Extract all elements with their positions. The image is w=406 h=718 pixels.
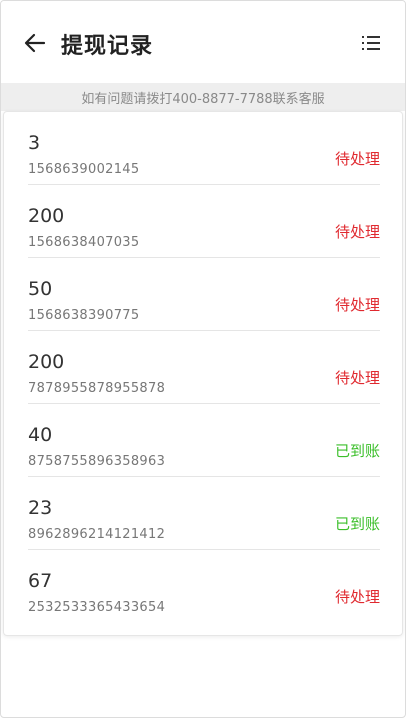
list-item[interactable]: 200 1568638407035 待处理 bbox=[28, 185, 380, 258]
withdrawal-amount: 40 bbox=[28, 424, 53, 446]
status-badge: 待处理 bbox=[334, 150, 380, 168]
order-number: 1568639002145 bbox=[28, 162, 140, 177]
menu-button[interactable] bbox=[359, 31, 383, 55]
back-button[interactable] bbox=[21, 29, 49, 57]
list-item[interactable]: 3 1568639002145 待处理 bbox=[28, 112, 380, 185]
order-number: 1568638390775 bbox=[28, 308, 140, 323]
withdrawal-amount: 50 bbox=[28, 278, 53, 300]
list-item[interactable]: 23 8962896214121412 已到账 bbox=[28, 477, 380, 550]
order-number: 8758755896358963 bbox=[28, 454, 166, 469]
order-number: 7878955878955878 bbox=[28, 381, 166, 396]
withdrawal-amount: 3 bbox=[28, 132, 41, 154]
screen: 提现记录 如有问题请拨打400-8877-7788联系客服 3 15686390… bbox=[0, 0, 406, 718]
status-badge: 待处理 bbox=[334, 369, 380, 387]
order-number: 1568638407035 bbox=[28, 235, 140, 250]
list-item[interactable]: 200 7878955878955878 待处理 bbox=[28, 331, 380, 404]
withdrawal-amount: 67 bbox=[28, 570, 53, 592]
order-number: 8962896214121412 bbox=[28, 527, 166, 542]
list-item[interactable]: 40 8758755896358963 已到账 bbox=[28, 404, 380, 477]
status-badge: 待处理 bbox=[334, 296, 380, 314]
status-badge: 已到账 bbox=[334, 515, 380, 533]
list-icon bbox=[362, 36, 380, 50]
arrow-left-icon bbox=[24, 33, 46, 53]
top-bar: 提现记录 bbox=[1, 1, 405, 83]
status-badge: 已到账 bbox=[334, 442, 380, 460]
withdrawal-amount: 200 bbox=[28, 351, 65, 373]
withdrawal-list: 3 1568639002145 待处理 200 1568638407035 待处… bbox=[3, 111, 403, 636]
status-badge: 待处理 bbox=[334, 223, 380, 241]
support-notice: 如有问题请拨打400-8877-7788联系客服 bbox=[1, 83, 405, 111]
page-title: 提现记录 bbox=[61, 34, 154, 59]
status-badge: 待处理 bbox=[334, 588, 380, 606]
withdrawal-amount: 200 bbox=[28, 205, 65, 227]
order-number: 2532533365433654 bbox=[28, 600, 166, 615]
withdrawal-amount: 23 bbox=[28, 497, 53, 519]
list-item[interactable]: 50 1568638390775 待处理 bbox=[28, 258, 380, 331]
list-item[interactable]: 67 2532533365433654 待处理 bbox=[28, 550, 380, 623]
